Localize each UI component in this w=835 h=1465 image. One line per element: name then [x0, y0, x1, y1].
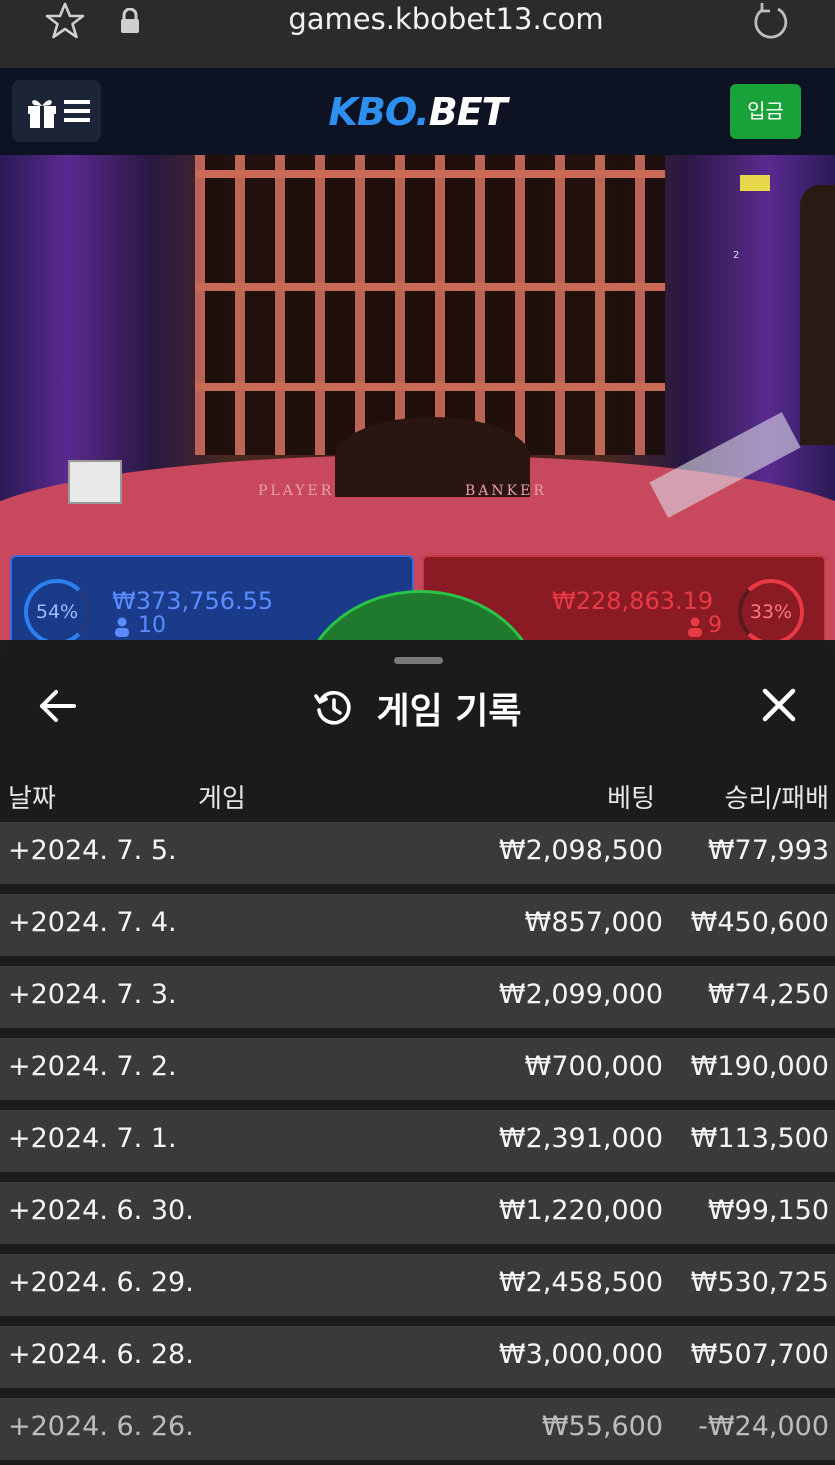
game-history-sheet: 게임 기록 날짜 게임 베팅 승리/패배 +2024. 7. 5. ₩2,098…	[0, 640, 835, 1465]
user-icon	[688, 617, 702, 637]
card-deck	[68, 460, 122, 504]
row-winloss: ₩507,700	[690, 1339, 829, 1370]
row-date: +2024. 6. 30.	[8, 1195, 194, 1226]
row-date: +2024. 7. 1.	[8, 1123, 177, 1154]
history-row[interactable]: +2024. 6. 28. ₩3,000,000 ₩507,700	[0, 1326, 835, 1388]
row-bet: ₩2,391,000	[498, 1123, 663, 1154]
player-table-label: PLAYER	[258, 483, 335, 499]
row-date: +2024. 7. 3.	[8, 979, 177, 1010]
column-header-date[interactable]: 날짜	[8, 778, 56, 815]
row-winloss: -₩24,000	[698, 1411, 829, 1442]
row-winloss: ₩190,000	[690, 1051, 829, 1082]
backdrop-rail	[195, 283, 665, 291]
row-winloss: ₩99,150	[707, 1195, 829, 1226]
banker-amount: ₩228,863.19	[552, 587, 714, 615]
user-icon	[115, 617, 129, 637]
history-row[interactable]: +2024. 7. 1. ₩2,391,000 ₩113,500	[0, 1110, 835, 1172]
sheet-header: 게임 기록	[0, 682, 835, 734]
row-date: +2024. 6. 26.	[8, 1411, 194, 1442]
banker-table-label: BANKER	[465, 483, 547, 499]
history-icon	[314, 690, 352, 725]
backdrop-rail	[195, 383, 665, 391]
history-row[interactable]: +2024. 7. 5. ₩2,098,500 ₩77,993	[0, 822, 835, 884]
banker-percent: 33%	[738, 579, 804, 640]
row-date: +2024. 7. 2.	[8, 1051, 177, 1082]
deposit-button[interactable]: 입금	[730, 84, 801, 139]
history-row[interactable]: +2024. 6. 26. ₩55,600 -₩24,000	[0, 1398, 835, 1460]
row-winloss: ₩77,993	[707, 835, 829, 866]
reload-icon[interactable]	[748, 0, 792, 44]
seat-number: 2	[733, 250, 740, 261]
url-text[interactable]: games.kbobet13.com	[0, 2, 835, 36]
live-game-video: 2 PLAYER BANKER 54% ₩373,756.55 10 ₩228,…	[0, 155, 835, 640]
row-winloss: ₩530,725	[690, 1267, 829, 1298]
row-date: +2024. 7. 5.	[8, 835, 177, 866]
sheet-title: 게임 기록	[376, 691, 522, 732]
row-bet: ₩3,000,000	[498, 1339, 663, 1370]
row-winloss: ₩113,500	[690, 1123, 829, 1154]
column-header-bet[interactable]: 베팅	[607, 778, 655, 815]
row-bet: ₩857,000	[524, 907, 663, 938]
row-date: +2024. 6. 29.	[8, 1267, 194, 1298]
history-row[interactable]: +2024. 7. 3. ₩2,099,000 ₩74,250	[0, 966, 835, 1028]
sheet-drag-handle[interactable]	[394, 657, 443, 664]
history-row[interactable]: +2024. 7. 2. ₩700,000 ₩190,000	[0, 1038, 835, 1100]
backdrop-bars	[195, 155, 665, 455]
site-header: KBO.BET 입금	[0, 68, 835, 155]
row-winloss: ₩450,600	[690, 907, 829, 938]
row-bet: ₩700,000	[524, 1051, 663, 1082]
site-logo[interactable]: KBO.BET	[0, 90, 835, 134]
row-bet: ₩2,098,500	[498, 835, 663, 866]
browser-bar: games.kbobet13.com	[0, 0, 835, 68]
banker-count: 9	[708, 613, 722, 638]
history-row[interactable]: +2024. 6. 29. ₩2,458,500 ₩530,725	[0, 1254, 835, 1316]
row-bet: ₩1,220,000	[498, 1195, 663, 1226]
row-bet: ₩2,458,500	[498, 1267, 663, 1298]
backdrop-rail	[195, 170, 665, 178]
dealer-tag	[740, 175, 770, 191]
column-header-game[interactable]: 게임	[198, 778, 246, 815]
history-row[interactable]: +2024. 6. 30. ₩1,220,000 ₩99,150	[0, 1182, 835, 1244]
logo-text-bet: BET	[428, 90, 508, 134]
column-header-winloss[interactable]: 승리/패배	[725, 778, 829, 815]
row-bet: ₩2,099,000	[498, 979, 663, 1010]
logo-text-kbo: KBO.	[328, 90, 429, 134]
player-amount: ₩373,756.55	[112, 587, 274, 615]
dealer-figure	[800, 185, 835, 445]
player-percent: 54%	[24, 579, 90, 640]
row-date: +2024. 7. 4.	[8, 907, 177, 938]
row-date: +2024. 6. 28.	[8, 1339, 194, 1370]
history-row[interactable]: +2024. 7. 4. ₩857,000 ₩450,600	[0, 894, 835, 956]
row-winloss: ₩74,250	[707, 979, 829, 1010]
close-icon[interactable]	[760, 686, 798, 724]
row-bet: ₩55,600	[541, 1411, 663, 1442]
player-count: 10	[138, 613, 166, 638]
